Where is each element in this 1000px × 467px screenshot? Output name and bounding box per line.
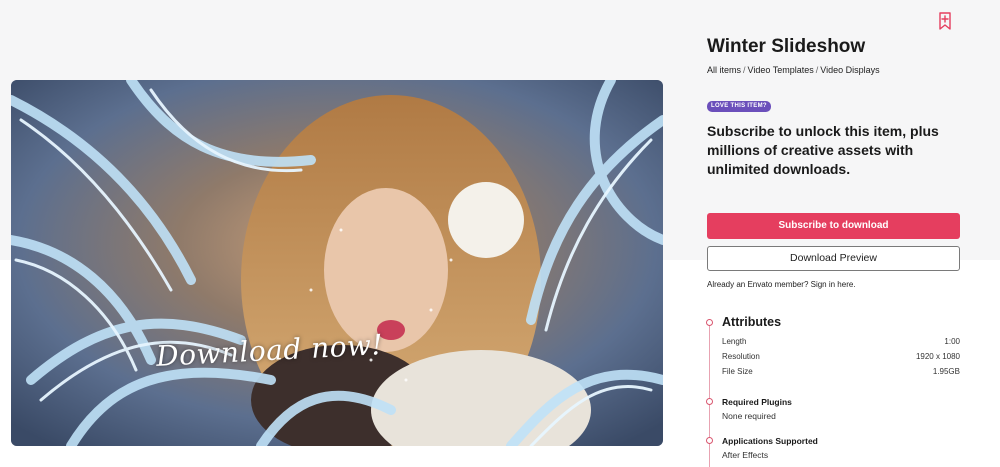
attribute-label: File Size [722,367,753,376]
attributes-heading: Attributes [722,315,782,329]
subscribe-button[interactable]: Subscribe to download [707,213,960,239]
attribute-label: Resolution [722,352,760,361]
timeline-dot [706,437,713,444]
attribute-row-length: Length 1:00 [722,337,960,346]
signin-link[interactable]: Already an Envato member? Sign in here. [707,280,856,289]
bookmark-add-icon[interactable] [937,12,953,31]
breadcrumb-video-displays[interactable]: Video Displays [820,65,879,75]
page-title: Winter Slideshow [707,36,866,57]
attribute-row-resolution: Resolution 1920 x 1080 [722,352,960,361]
timeline-dot [706,398,713,405]
breadcrumb: All items / Video Templates / Video Displays [707,65,880,75]
breadcrumb-video-templates[interactable]: Video Templates [748,65,814,75]
preview-image[interactable]: Download now! [11,80,663,446]
attribute-value: 1920 x 1080 [915,352,960,361]
love-this-item-badge: LOVE THIS ITEM? [707,101,771,112]
subscribe-pitch: Subscribe to unlock this item, plus mill… [707,123,939,177]
download-preview-button[interactable]: Download Preview [707,246,960,271]
applications-supported-value: After Effects [722,450,769,460]
timeline-line [709,322,710,467]
timeline-dot [706,319,713,326]
attribute-value: 1:00 [944,337,960,346]
applications-supported-heading: Applications Supported [722,436,818,446]
attribute-row-file-size: File Size 1.95GB [722,367,960,376]
breadcrumb-all-items[interactable]: All items [707,65,741,75]
required-plugins-value: None required [722,411,776,421]
attribute-label: Length [722,337,747,346]
attribute-value: 1.95GB [932,367,960,376]
preview-artwork [11,80,663,446]
required-plugins-heading: Required Plugins [722,397,792,407]
